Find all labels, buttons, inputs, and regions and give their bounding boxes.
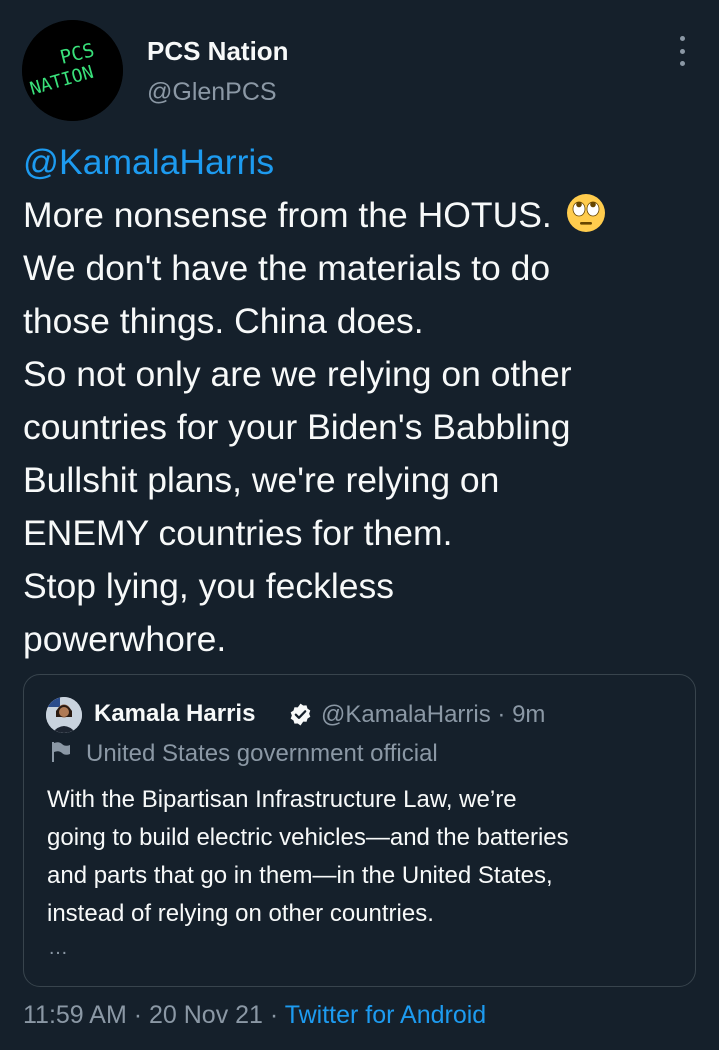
quoted-handle-time[interactable]: @KamalaHarris · 9m [321, 701, 545, 729]
pcs-nation-logo: PCS NATION [22, 20, 123, 121]
more-dot [679, 36, 685, 41]
tweet-line: ENEMY countries for them. [23, 513, 453, 553]
tweet-line: those things. China does. [23, 301, 424, 341]
tweet-line: Stop lying, you feckless [23, 566, 394, 606]
author-handle[interactable]: @GlenPCS [147, 78, 277, 107]
tweet-line: We don't have the materials to do [23, 248, 551, 288]
quoted-tweet-card[interactable]: Kamala Harris @KamalaHarris · 9m United … [23, 674, 696, 987]
source-link[interactable]: Twitter for Android [285, 1001, 486, 1029]
quoted-ellipsis: … [48, 937, 68, 959]
more-dot [679, 61, 685, 66]
more-dot [679, 48, 685, 54]
government-label: United States government official [86, 740, 438, 767]
government-flag-icon [52, 742, 70, 762]
person-avatar-icon [46, 697, 82, 733]
mention-link[interactable]: @KamalaHarris [23, 136, 703, 189]
quoted-tweet-body: With the Bipartisan Infrastructure Law, … [47, 781, 687, 933]
tweet-line: More nonsense from the HOTUS. [23, 189, 703, 242]
quoted-line: instead of relying on other countries. [47, 900, 434, 927]
timestamp[interactable]: 11:59 AM · 20 Nov 21 · [23, 1001, 285, 1029]
tweet-line: Bullshit plans, we're relying on [23, 460, 500, 500]
quoted-line: going to build electric vehicles—and the… [47, 824, 569, 851]
rolling-eyes-emoji-icon [566, 194, 605, 232]
quoted-display-name[interactable]: Kamala Harris [94, 700, 255, 728]
quoted-line: and parts that go in them—in the United … [47, 862, 553, 889]
tweet-line-text: More nonsense from the HOTUS. [23, 195, 552, 235]
tweet-line: So not only are we relying on other [23, 354, 572, 394]
tweet-line: countries for your Biden's Babbling [23, 407, 571, 447]
quoted-author-avatar[interactable] [46, 697, 82, 733]
quoted-line: With the Bipartisan Infrastructure Law, … [47, 786, 517, 813]
author-display-name[interactable]: PCS Nation [147, 36, 289, 67]
more-options-icon[interactable] [670, 36, 694, 66]
tweet-line: powerwhore. [23, 619, 227, 659]
author-avatar[interactable]: PCS NATION [22, 20, 123, 121]
tweet-metadata: 11:59 AM · 20 Nov 21 · Twitter for Andro… [23, 1001, 486, 1030]
verified-badge-icon [290, 703, 311, 726]
tweet-body: @KamalaHarris More nonsense from the HOT… [23, 136, 703, 666]
